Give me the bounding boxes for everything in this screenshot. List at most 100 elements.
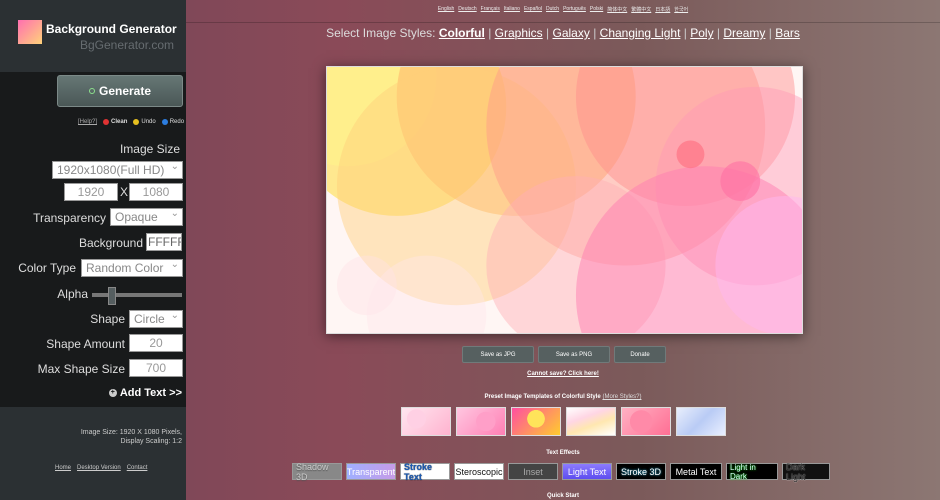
brand-title[interactable]: Background Generator xyxy=(46,22,177,36)
cannot-save-link[interactable]: Cannot save? Click here! xyxy=(186,371,940,377)
clean-label: Clean xyxy=(111,119,128,125)
generated-background-image xyxy=(327,67,802,333)
style-separator: | xyxy=(593,26,597,40)
add-text-label: Add Text >> xyxy=(119,387,182,399)
undo-icon xyxy=(133,119,140,125)
save-jpg-button[interactable]: Save as JPG xyxy=(462,346,534,363)
style-separator: | xyxy=(683,26,687,40)
background-color-input[interactable]: FFFFFF xyxy=(146,233,182,251)
preset-thumbnail[interactable] xyxy=(456,407,506,436)
style-graphics[interactable]: Graphics xyxy=(495,26,543,40)
sidebar: Background Generator BgGenerator.com Gen… xyxy=(0,0,186,500)
effect-shadow-3d[interactable]: Shadow 3D xyxy=(292,462,342,482)
add-text-button[interactable]: + Add Text >> xyxy=(108,387,182,399)
contact-link[interactable]: Contact xyxy=(127,465,148,471)
lang-korean[interactable]: 한국어 xyxy=(674,6,688,13)
desktop-version-link[interactable]: Desktop Version xyxy=(77,465,121,471)
preset-thumbnail[interactable] xyxy=(621,407,671,436)
effect-light-text[interactable]: Light Text xyxy=(562,463,612,480)
text-effects: Shadow 3D Transparent Stroke Text Steros… xyxy=(292,462,830,482)
image-size-select[interactable]: 1920x1080(Full HD) xyxy=(52,161,183,179)
shape-select[interactable]: Circle xyxy=(129,310,183,328)
alpha-slider-track[interactable] xyxy=(92,293,182,297)
generated-image-canvas[interactable] xyxy=(326,66,803,334)
lang-dutch[interactable]: Dutch xyxy=(546,6,559,13)
alpha-slider-thumb[interactable] xyxy=(108,287,116,305)
effect-inset[interactable]: Inset xyxy=(508,463,558,480)
image-info: Image Size: 1920 X 1080 Pixels, Display … xyxy=(81,428,182,446)
plus-icon: + xyxy=(108,389,117,397)
image-size-label: Image Size xyxy=(119,142,180,156)
preset-thumbnail[interactable] xyxy=(401,407,451,436)
lang-japanese[interactable]: 日本語 xyxy=(655,6,670,13)
effect-stroke-3d[interactable]: Stroke 3D xyxy=(616,463,666,480)
width-input[interactable]: 1920 xyxy=(64,183,118,201)
lang-francais[interactable]: Français xyxy=(481,6,500,13)
action-row: [Help?] Clean Undo Redo xyxy=(78,119,184,125)
display-scaling-info: Display Scaling: 1:2 xyxy=(120,438,182,445)
style-changing-light[interactable]: Changing Light xyxy=(600,26,681,40)
more-styles-link[interactable]: (More Styles?) xyxy=(602,394,641,400)
generate-icon xyxy=(88,88,95,94)
shape-amount-label: Shape Amount xyxy=(46,337,125,351)
color-type-select[interactable]: Random Color xyxy=(81,259,183,277)
effect-stroke-text[interactable]: Stroke Text xyxy=(400,462,450,482)
transparency-select[interactable]: Opaque xyxy=(110,208,183,226)
style-separator: | xyxy=(716,26,721,40)
style-bars[interactable]: Bars xyxy=(775,26,800,40)
undo-button[interactable]: Undo xyxy=(133,119,156,125)
clean-button[interactable]: Clean xyxy=(103,119,127,125)
color-type-label: Color Type xyxy=(18,261,76,275)
effect-metal-text[interactable]: Metal Text xyxy=(670,463,722,480)
language-bar: English Deutsch Français Italiano Españo… xyxy=(186,6,940,13)
style-dreamy[interactable]: Dreamy xyxy=(723,26,765,40)
redo-label: Redo xyxy=(169,119,185,125)
lang-espanol[interactable]: Español xyxy=(524,6,542,13)
lang-deutsch[interactable]: Deutsch xyxy=(458,6,476,13)
lang-english[interactable]: English xyxy=(438,6,454,13)
save-buttons: Save as JPG Save as PNG Donate xyxy=(462,346,666,363)
preset-thumbnail[interactable] xyxy=(676,407,726,436)
preset-thumbnails xyxy=(401,407,726,436)
redo-button[interactable]: Redo xyxy=(161,119,185,125)
lang-traditional-chinese[interactable]: 繁體中文 xyxy=(631,6,651,13)
image-size-info: Image Size: 1920 X 1080 Pixels, xyxy=(80,429,182,436)
preset-title: Preset Image Templates of Colorful Style… xyxy=(186,394,940,400)
home-link[interactable]: Home xyxy=(55,465,71,471)
shape-label: Shape xyxy=(90,312,125,326)
max-shape-size-input[interactable]: 700 xyxy=(129,359,183,377)
alpha-label: Alpha xyxy=(57,287,88,301)
style-separator: | xyxy=(768,26,772,40)
text-effects-title: Text Effects xyxy=(546,450,580,456)
lang-simplified-chinese[interactable]: 简体中文 xyxy=(607,6,627,13)
clean-icon xyxy=(103,119,110,125)
shape-amount-input[interactable]: 20 xyxy=(129,334,183,352)
brand-subtitle[interactable]: BgGenerator.com xyxy=(80,38,174,52)
lang-portugues[interactable]: Português xyxy=(563,6,586,13)
save-png-button[interactable]: Save as PNG xyxy=(538,346,610,363)
effect-steroscopic[interactable]: Steroscopic xyxy=(454,463,504,480)
style-galaxy[interactable]: Galaxy xyxy=(553,26,590,40)
lang-italiano[interactable]: Italiano xyxy=(504,6,520,13)
effect-transparent[interactable]: Transparent xyxy=(346,463,396,480)
donate-button[interactable]: Donate xyxy=(614,346,666,363)
main-area: English Deutsch Français Italiano Españo… xyxy=(186,0,940,500)
topbar-divider xyxy=(186,22,940,23)
size-x-label: X xyxy=(120,185,129,199)
background-label: Background xyxy=(78,236,143,250)
help-link[interactable]: [Help?] xyxy=(78,119,97,125)
generate-button[interactable]: Generate xyxy=(57,75,183,107)
style-poly[interactable]: Poly xyxy=(690,26,713,40)
effect-light-in-dark[interactable]: Light in Dark xyxy=(726,463,778,481)
logo-icon[interactable] xyxy=(18,20,42,44)
preset-thumbnail[interactable] xyxy=(566,407,616,436)
effect-dark-light[interactable]: Dark Light xyxy=(782,462,830,482)
lang-polski[interactable]: Polski xyxy=(590,6,603,13)
height-input[interactable]: 1080 xyxy=(129,183,183,201)
transparency-label: Transparency xyxy=(33,211,106,225)
preset-thumbnail[interactable] xyxy=(511,407,561,436)
style-separator: | xyxy=(546,26,550,40)
style-colorful[interactable]: Colorful xyxy=(439,26,485,40)
undo-label: Undo xyxy=(141,119,156,125)
max-shape-size-label: Max Shape Size xyxy=(37,362,125,376)
